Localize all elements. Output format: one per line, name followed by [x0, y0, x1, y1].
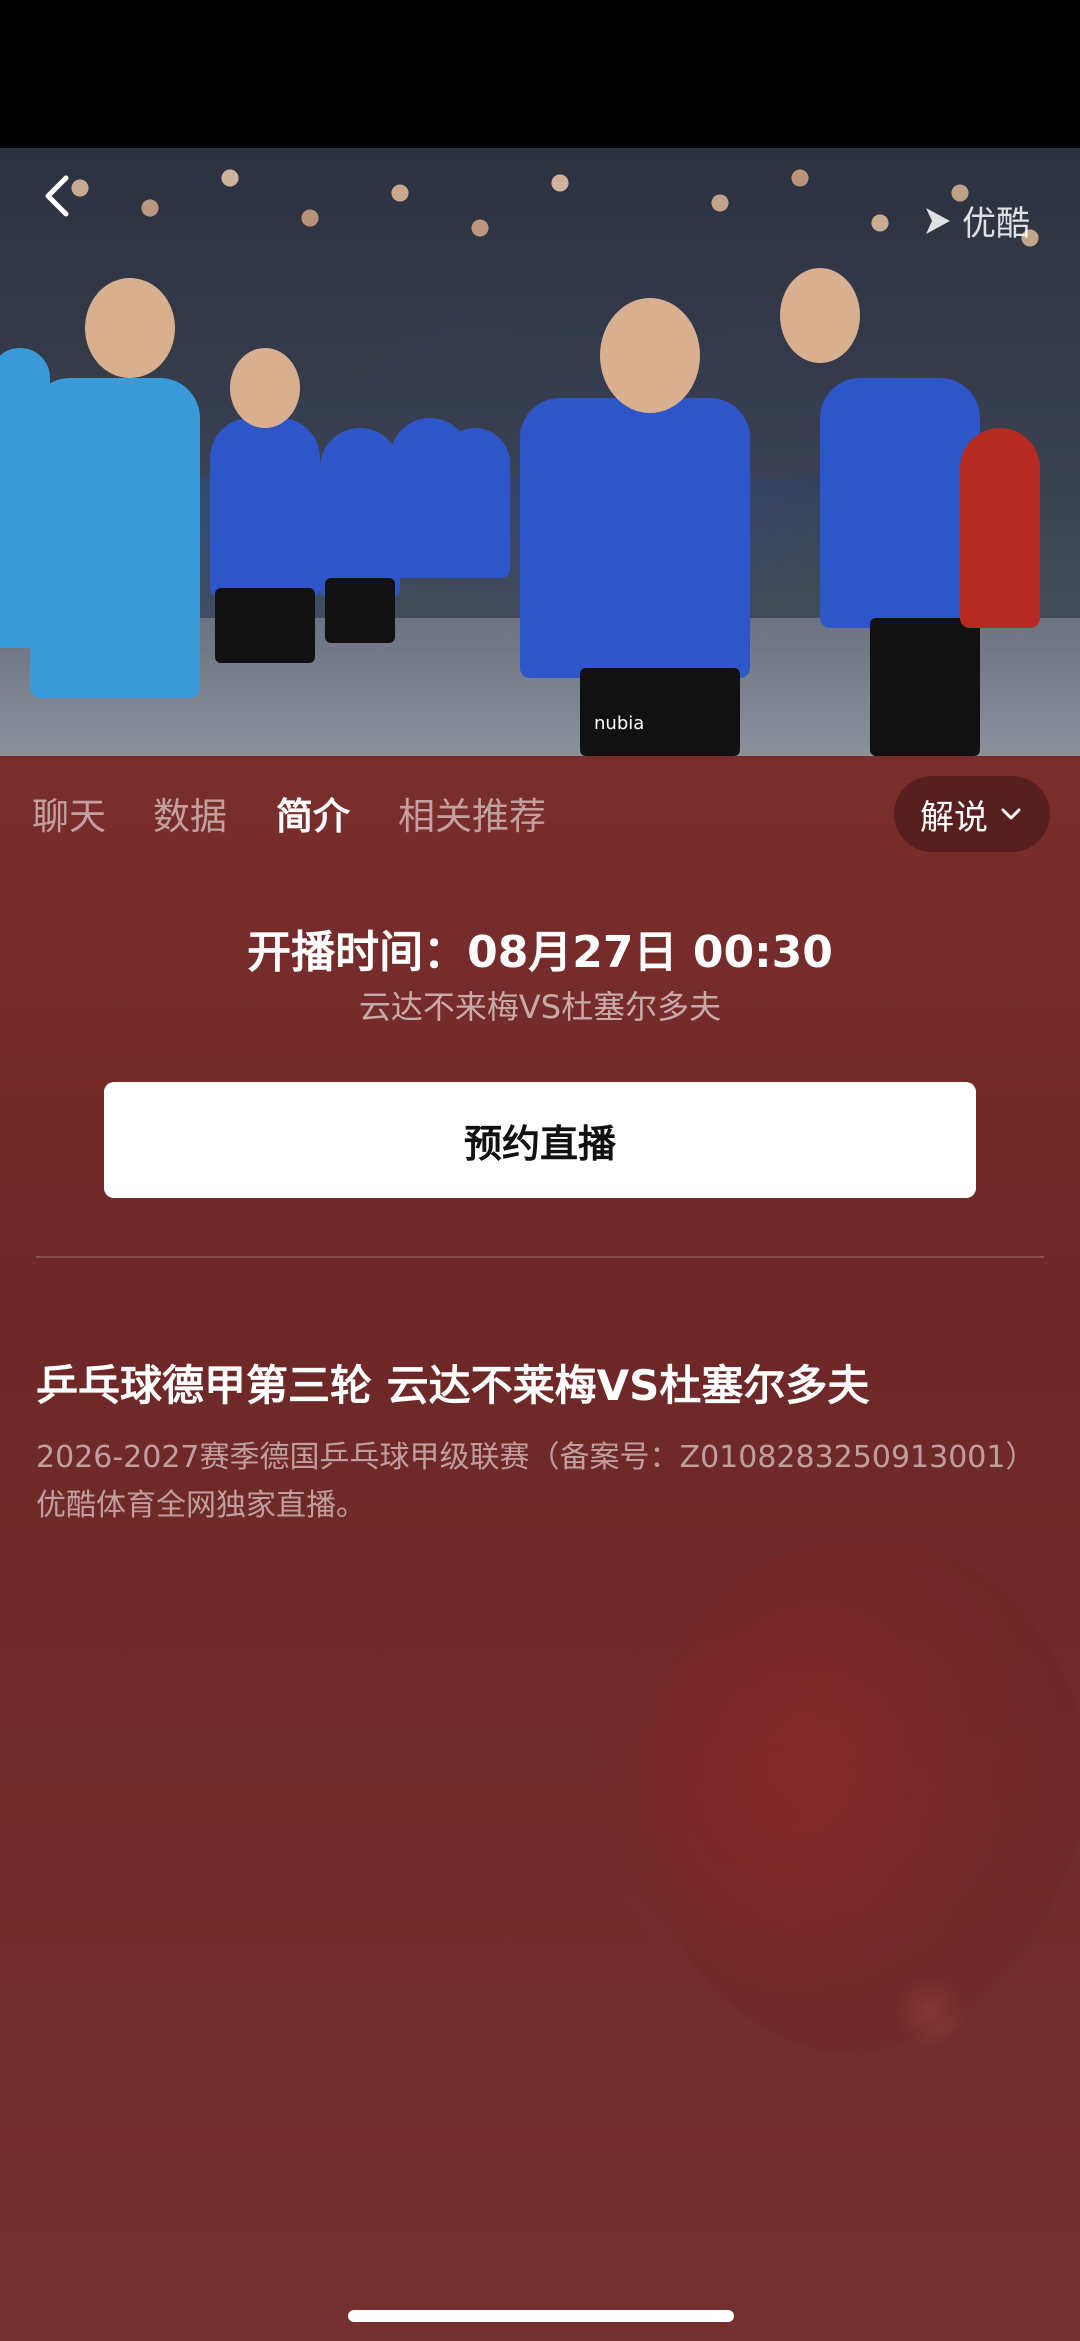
video-figure-shorts: [215, 588, 315, 663]
youku-logo: 优酷: [920, 196, 1030, 245]
video-figure-shorts: [580, 668, 740, 756]
logo-text: 优酷: [962, 204, 1030, 244]
back-button[interactable]: [40, 172, 80, 222]
video-figure-main-player: [520, 398, 750, 678]
tab-intro[interactable]: 简介: [276, 786, 350, 840]
tab-bar: 聊天 数据 简介 相关推荐 解说: [0, 756, 1080, 866]
video-figure-player-5: [820, 378, 980, 628]
video-figure-player-4: [440, 428, 510, 578]
chevron-left-icon: [45, 175, 69, 217]
intro-title: 乒乓球德甲第三轮 云达不莱梅VS杜塞尔多夫: [36, 1361, 870, 1410]
match-subtitle: 云达不来梅VS杜塞尔多夫: [358, 988, 722, 1026]
tab-chat[interactable]: 聊天: [32, 786, 106, 840]
video-figure-shorts: [325, 578, 395, 643]
divider: [36, 1256, 1044, 1258]
video-figure-head: [600, 298, 700, 413]
jersey-sponsor-text: nubia: [594, 713, 645, 734]
info-panel: 聊天 数据 简介 相关推荐 解说 开播时间：08月27日 00:30 云达不来梅…: [0, 756, 1080, 2341]
video-figure-head: [230, 348, 300, 428]
video-figure-referee-2: [30, 378, 200, 698]
video-figure-player-1: [210, 418, 320, 598]
video-player[interactable]: nubia 优酷: [0, 148, 1080, 756]
status-bar: [0, 0, 1080, 148]
commentary-label: 解说: [920, 797, 988, 838]
commentary-dropdown[interactable]: 解说: [894, 776, 1050, 852]
tab-data[interactable]: 数据: [153, 786, 227, 840]
video-figure-player-2: [320, 428, 400, 598]
video-figure-head: [780, 268, 860, 363]
tab-related[interactable]: 相关推荐: [398, 786, 546, 840]
chevron-down-icon: [1001, 808, 1021, 820]
play-logo-icon: [926, 207, 950, 234]
paddle-watermark: [640, 1536, 1080, 2056]
reserve-live-button[interactable]: 预约直播: [104, 1082, 976, 1198]
video-figure-spectator: [960, 428, 1040, 628]
intro-description: 2026-2027赛季德国乒乓球甲级联赛（备案号：Z01082832509130…: [36, 1440, 1036, 1523]
home-indicator[interactable]: [348, 2310, 734, 2322]
video-figure-shorts: [870, 618, 980, 756]
video-figure-head: [85, 278, 175, 378]
start-time: 开播时间：08月27日 00:30: [247, 927, 833, 978]
